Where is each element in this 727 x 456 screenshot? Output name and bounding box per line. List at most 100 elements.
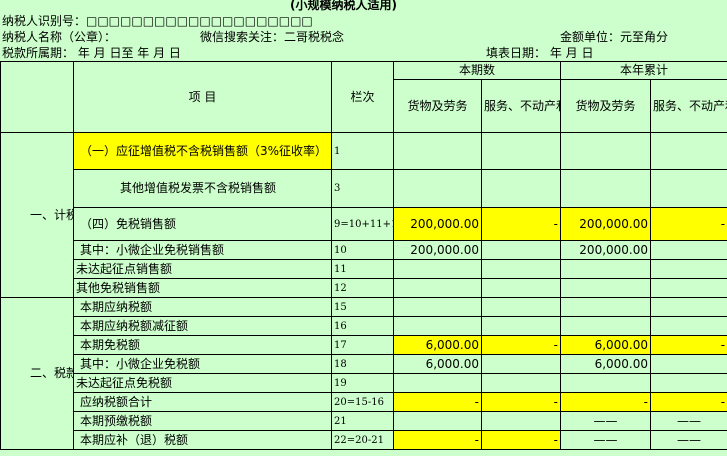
cell-input[interactable] (650, 278, 727, 298)
row-no: 17 (331, 335, 394, 355)
row-item: 本期应纳税额减征额 (73, 316, 332, 336)
cell-input[interactable]: - (650, 335, 727, 355)
cell-input[interactable] (650, 297, 727, 317)
cell-input[interactable] (650, 240, 727, 260)
cell-input[interactable] (560, 132, 652, 170)
table-row: 未达起征点销售额 11 (1, 259, 727, 279)
cell-input[interactable]: —— (650, 411, 727, 431)
table-row: 其他免税销售额 12 (1, 278, 727, 298)
row-no: 22=20-21 (331, 430, 394, 450)
cell-input[interactable]: - (480, 392, 562, 412)
cell-input[interactable]: 6,000.00 (393, 354, 482, 374)
col-header-services: 服务、不动产和无形资产 (480, 79, 562, 133)
cell-input[interactable]: —— (560, 411, 652, 431)
row-item: 本期应补（退）税额 (73, 430, 332, 450)
cell-input[interactable] (560, 297, 652, 317)
cell-input[interactable] (393, 169, 482, 208)
cell-input[interactable]: - (393, 392, 482, 412)
row-item: 其中：小微企业免税销售额 (73, 240, 332, 260)
row-no: 18 (331, 354, 394, 374)
cell-input[interactable]: 6,000.00 (560, 335, 652, 355)
cell-input[interactable]: 6,000.00 (560, 354, 652, 374)
cell-input[interactable] (650, 169, 727, 208)
row-no: 3 (331, 169, 394, 208)
table-row: 本期预缴税额 21 —— —— (1, 411, 727, 431)
cell-input[interactable] (393, 373, 482, 393)
row-no: 11 (331, 259, 394, 279)
row-item: （四）免税销售额 (73, 207, 332, 241)
table-row: 本期免税额 17 6,000.00 - 6,000.00 - (1, 335, 727, 355)
cell-input[interactable]: —— (650, 430, 727, 450)
table-row: 未达起征点免税额 19 (1, 373, 727, 393)
section-label-1: 一、计税依据 (0, 132, 74, 298)
taxpayer-name-label: 纳税人名称（公章）： (2, 30, 117, 44)
cell-input[interactable] (560, 169, 652, 208)
row-no: 15 (331, 297, 394, 317)
cell-input[interactable] (393, 132, 482, 170)
fill-date-label: 填表日期： 年 月 日 (486, 46, 594, 60)
row-no: 12 (331, 278, 394, 298)
cell-input[interactable]: - (650, 392, 727, 412)
cell-input[interactable] (480, 169, 562, 208)
form-title: (小规模纳税人适用) (290, 0, 397, 12)
cell-input[interactable]: - (560, 392, 652, 412)
row-no: 20=15-16 (331, 392, 394, 412)
row-item: 本期免税额 (73, 335, 332, 355)
cell-input[interactable] (560, 278, 652, 298)
cell-input[interactable] (560, 373, 652, 393)
table-row: 本期应补（退）税额 22=20-21 - - —— —— (1, 430, 727, 450)
cell-input[interactable] (650, 373, 727, 393)
cell-input[interactable] (393, 297, 482, 317)
cell-input[interactable] (650, 354, 727, 374)
row-no: 9=10+11+12 (331, 207, 394, 241)
cell-input[interactable] (393, 411, 482, 431)
col-header-year: 本年累计 (560, 61, 727, 80)
col-header-lanci: 栏次 (331, 61, 394, 133)
cell-input[interactable] (560, 316, 652, 336)
unit-label: 金额单位：元至角分 (560, 30, 669, 44)
row-item: 其中：小微企业免税额 (73, 354, 332, 374)
table-row: 其中：小微企业免税销售额 10 200,000.00 200,000.00 (1, 240, 727, 260)
cell-input[interactable]: 200,000.00 (393, 207, 482, 241)
row-item: 未达起征点销售额 (73, 259, 332, 279)
cell-input[interactable]: - (480, 207, 562, 241)
cell-input[interactable]: - (393, 430, 482, 450)
cell-input[interactable]: - (480, 430, 562, 450)
cell-input[interactable] (480, 132, 562, 170)
cell-input[interactable]: - (480, 335, 562, 355)
row-no: 10 (331, 240, 394, 260)
cell-input[interactable] (650, 316, 727, 336)
cell-input[interactable]: 200,000.00 (560, 207, 652, 241)
cell-input[interactable] (650, 132, 727, 170)
section-header-blank (0, 61, 74, 133)
wechat-note: 微信搜索关注：二哥税税念 (200, 30, 345, 44)
cell-input[interactable] (480, 316, 562, 336)
tax-period-label: 税款所属期： 年 月 日至 年 月 日 (2, 46, 181, 60)
cell-input[interactable]: 6,000.00 (393, 335, 482, 355)
row-no: 16 (331, 316, 394, 336)
cell-input[interactable] (560, 259, 652, 279)
cell-input[interactable] (480, 354, 562, 374)
row-item: （一）应征增值税不含税销售额（3%征收率） (73, 132, 332, 170)
cell-input[interactable] (480, 278, 562, 298)
table-row: 其他增值税发票不含税销售额 3 (1, 169, 727, 208)
row-no: 1 (331, 132, 394, 170)
cell-input[interactable] (480, 373, 562, 393)
cell-input[interactable] (480, 297, 562, 317)
cell-input[interactable]: 200,000.00 (393, 240, 482, 260)
cell-input[interactable] (393, 278, 482, 298)
cell-input[interactable]: 200,000.00 (560, 240, 652, 260)
row-item: 本期预缴税额 (73, 411, 332, 431)
cell-input[interactable] (393, 316, 482, 336)
row-item: 其他增值税发票不含税销售额 (73, 169, 332, 208)
col-header-item: 项 目 (73, 61, 332, 133)
cell-input[interactable]: —— (560, 430, 652, 450)
cell-input[interactable] (650, 259, 727, 279)
cell-input[interactable]: - (650, 207, 727, 241)
row-item: 未达起征点免税额 (73, 373, 332, 393)
cell-input[interactable] (480, 411, 562, 431)
row-item: 应纳税额合计 (73, 392, 332, 412)
cell-input[interactable] (480, 240, 562, 260)
cell-input[interactable] (480, 259, 562, 279)
cell-input[interactable] (393, 259, 482, 279)
